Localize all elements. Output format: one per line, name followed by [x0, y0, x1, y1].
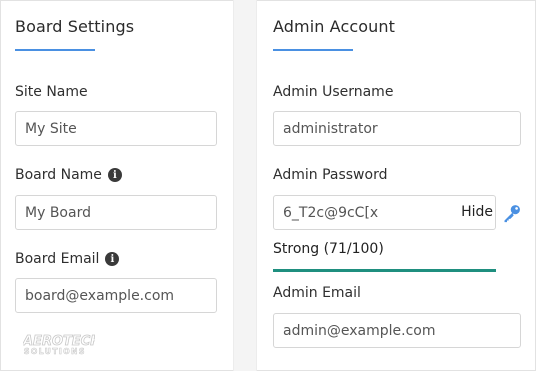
- admin-account-panel: Admin Account Admin Username Admin Passw…: [273, 0, 523, 371]
- board-email-label-text: Board Email: [15, 251, 100, 267]
- password-strength-bar: [273, 269, 496, 272]
- admin-username-label-text: Admin Username: [273, 84, 394, 100]
- admin-password-label: Admin Password: [273, 167, 387, 183]
- admin-password-label-text: Admin Password: [273, 167, 388, 183]
- admin-email-input[interactable]: [273, 313, 521, 348]
- admin-email-label: Admin Email: [273, 285, 361, 301]
- column-divider: [233, 0, 257, 371]
- info-icon[interactable]: i: [105, 252, 120, 266]
- admin-password-input[interactable]: [274, 196, 454, 229]
- board-name-label-text: Board Name: [15, 167, 102, 183]
- board-email-input[interactable]: [15, 278, 217, 313]
- site-name-label-text: Site Name: [15, 84, 88, 100]
- board-settings-panel: Board Settings Site Name Board Name i Bo…: [15, 0, 220, 371]
- password-strength-text: Strong (71/100): [273, 241, 384, 257]
- admin-username-label: Admin Username: [273, 84, 393, 100]
- info-icon[interactable]: i: [107, 168, 122, 182]
- admin-email-label-text: Admin Email: [273, 285, 361, 301]
- site-name-input[interactable]: [15, 111, 217, 146]
- board-settings-underline: [15, 49, 95, 51]
- password-hide-toggle[interactable]: Hide: [461, 204, 493, 220]
- key-icon[interactable]: [502, 203, 522, 223]
- board-email-label: Board Email i: [15, 251, 120, 267]
- admin-password-field: Hide: [273, 195, 496, 230]
- aerotech-logo: AEROTECH SOLUTIONS: [23, 334, 95, 356]
- admin-account-title: Admin Account: [273, 17, 395, 36]
- admin-account-underline: [273, 49, 353, 51]
- board-name-label: Board Name i: [15, 167, 122, 183]
- site-name-label: Site Name: [15, 84, 88, 100]
- admin-username-input[interactable]: [273, 111, 521, 146]
- board-name-input[interactable]: [15, 195, 217, 230]
- logo-line2: SOLUTIONS: [24, 347, 86, 356]
- board-settings-title: Board Settings: [15, 17, 135, 36]
